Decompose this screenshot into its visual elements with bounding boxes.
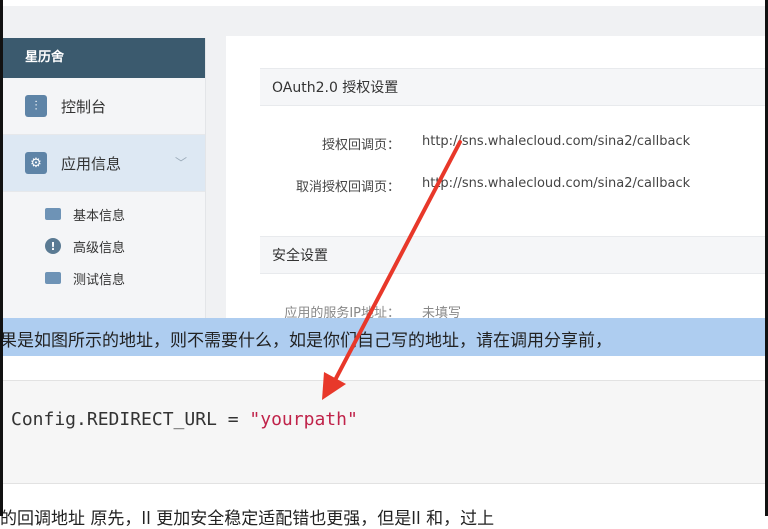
arrow-head bbox=[322, 372, 346, 400]
top-edge bbox=[0, 0, 768, 6]
red-arrow-annotation bbox=[322, 140, 462, 400]
arrow-shaft bbox=[331, 140, 462, 386]
left-border bbox=[0, 0, 3, 516]
